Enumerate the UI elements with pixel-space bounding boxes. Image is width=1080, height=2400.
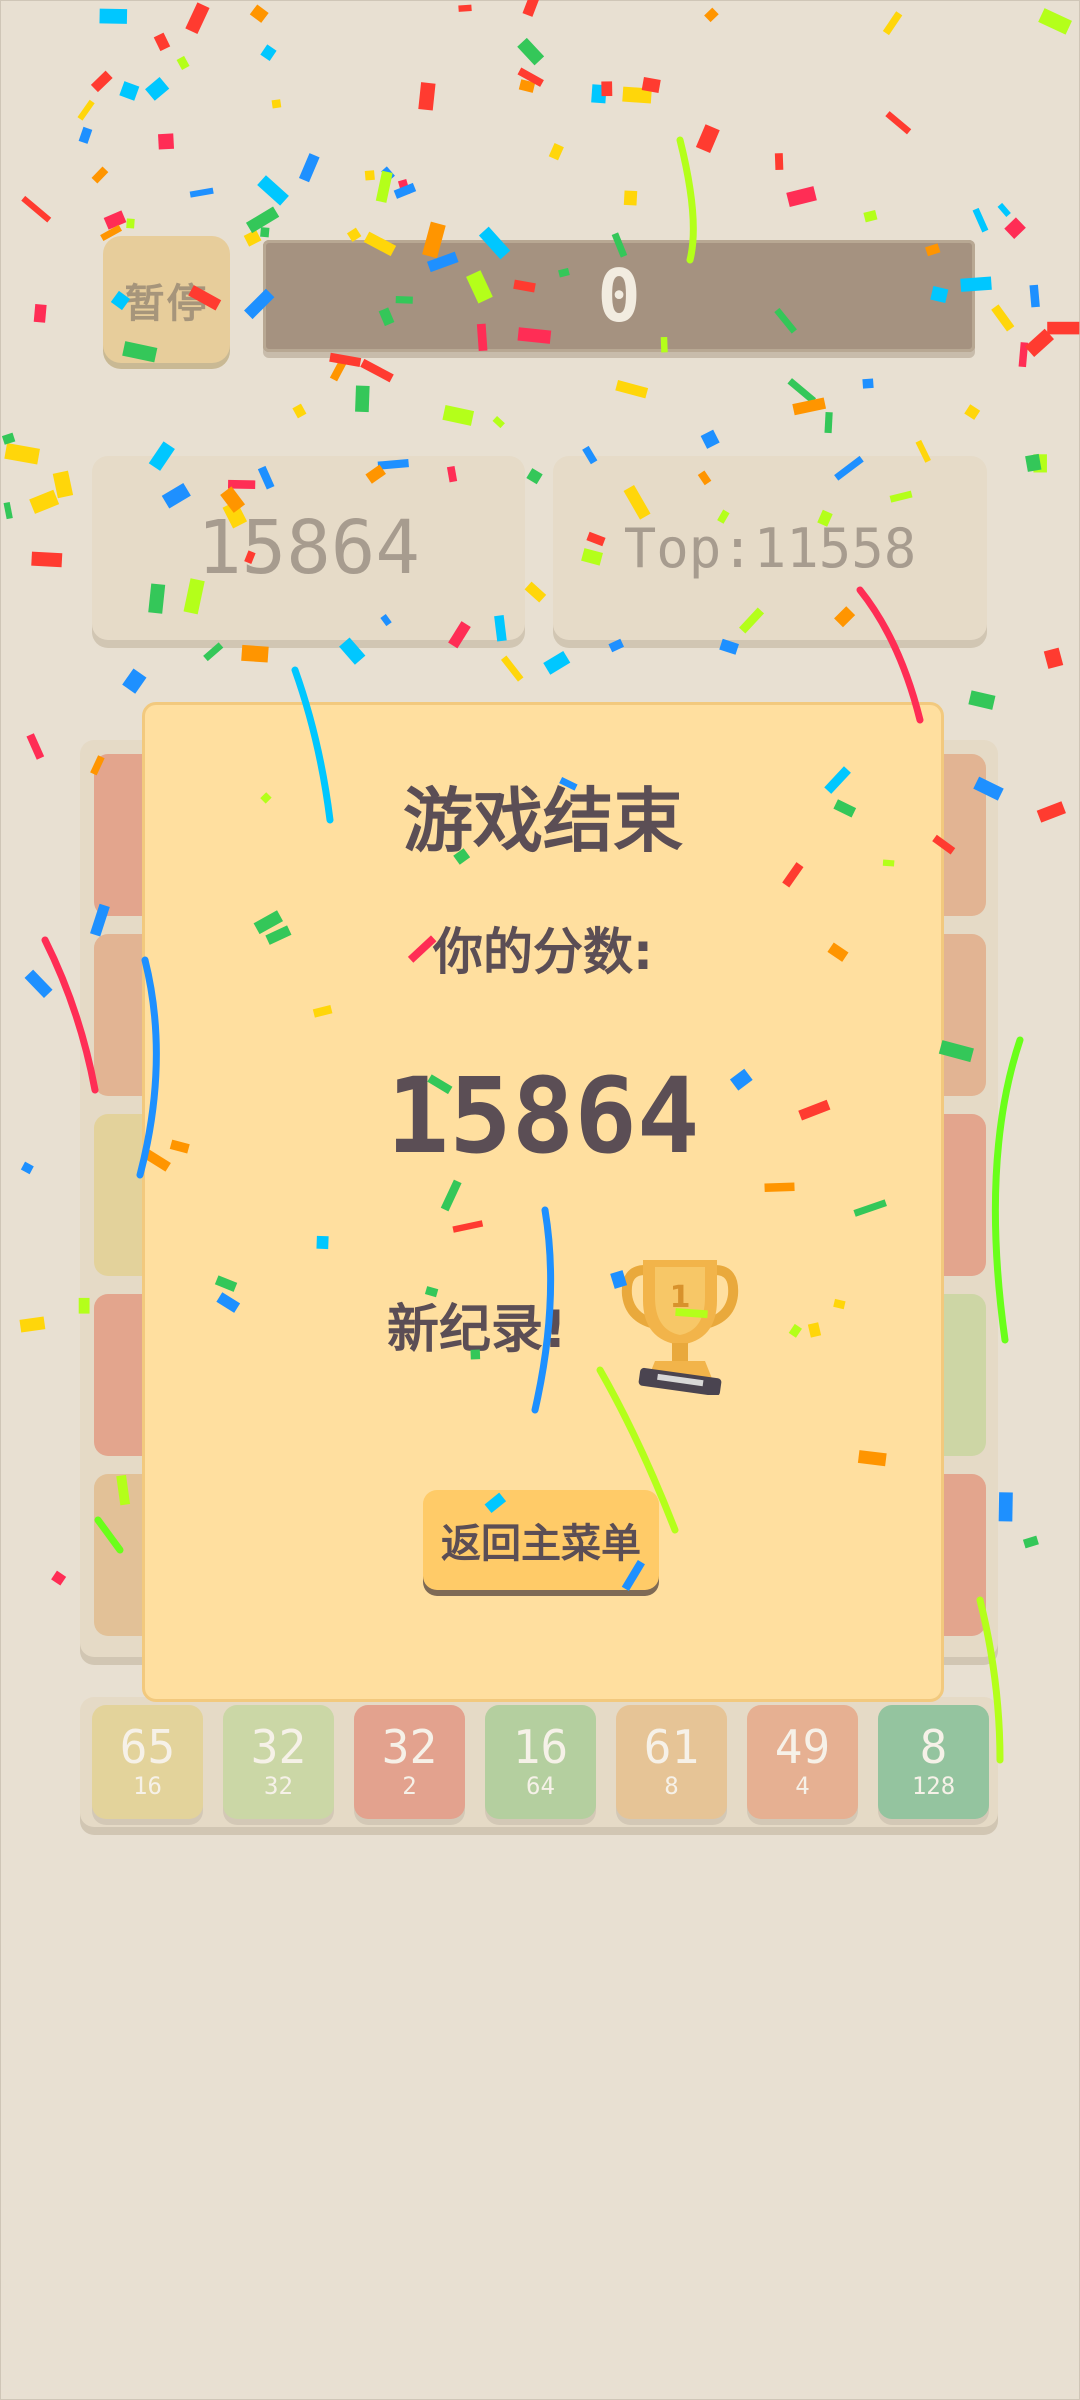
tile-value: 16 [512, 1720, 569, 1774]
counter-value: 0 [597, 254, 641, 338]
tile-count: 64 [526, 1772, 555, 1800]
upcoming-tile[interactable]: 32 2 [354, 1705, 465, 1819]
tile-value: 65 [119, 1720, 176, 1774]
back-to-main-menu-button[interactable]: 返回主菜单 [423, 1490, 659, 1590]
upcoming-tile[interactable]: 61 8 [616, 1705, 727, 1819]
current-score-box: 15864 [92, 456, 525, 640]
current-score-value: 15864 [197, 505, 420, 591]
game-over-title: 游戏结束 [403, 780, 683, 862]
tile-value: 32 [381, 1720, 438, 1774]
trophy-number: 1 [670, 1280, 691, 1315]
tile-value: 32 [250, 1720, 307, 1774]
tile-count: 8 [664, 1772, 679, 1800]
upcoming-tiles-row: 65 16 32 32 32 2 16 64 61 8 49 4 8 128 [80, 1697, 998, 1827]
counter-bar: 0 [263, 240, 975, 352]
tile-count: 128 [911, 1772, 956, 1800]
upcoming-tile[interactable]: 49 4 [747, 1705, 858, 1819]
tile-value: 61 [643, 1720, 700, 1774]
pause-label: 暂停 [124, 280, 209, 327]
game-over-dialog: 游戏结束 你的分数: 15864 新纪录! 1 返回主菜单 [142, 702, 944, 1702]
tile-value: 8 [919, 1720, 948, 1774]
upcoming-tile[interactable]: 8 128 [878, 1705, 989, 1819]
new-record-row: 新纪录! 1 [145, 1245, 941, 1395]
tile-count: 16 [133, 1772, 162, 1800]
upcoming-tile[interactable]: 65 16 [92, 1705, 203, 1819]
top-score-label: Top:11558 [623, 516, 917, 580]
upcoming-tile[interactable]: 32 32 [223, 1705, 334, 1819]
tile-count: 2 [402, 1772, 417, 1800]
tile-count: 4 [795, 1772, 810, 1800]
pause-button[interactable]: 暂停 [103, 236, 230, 363]
upcoming-tile[interactable]: 16 64 [485, 1705, 596, 1819]
new-record-label: 新纪录! [387, 1300, 567, 1360]
top-score-box: Top:11558 [553, 456, 987, 640]
back-to-main-menu-label: 返回主菜单 [441, 1521, 641, 1567]
tile-value: 49 [774, 1720, 831, 1774]
trophy-icon: 1 [621, 1260, 739, 1395]
tile-count: 32 [264, 1772, 293, 1800]
your-score-label: 你的分数: [433, 923, 653, 981]
final-score: 15864 [386, 1055, 700, 1177]
